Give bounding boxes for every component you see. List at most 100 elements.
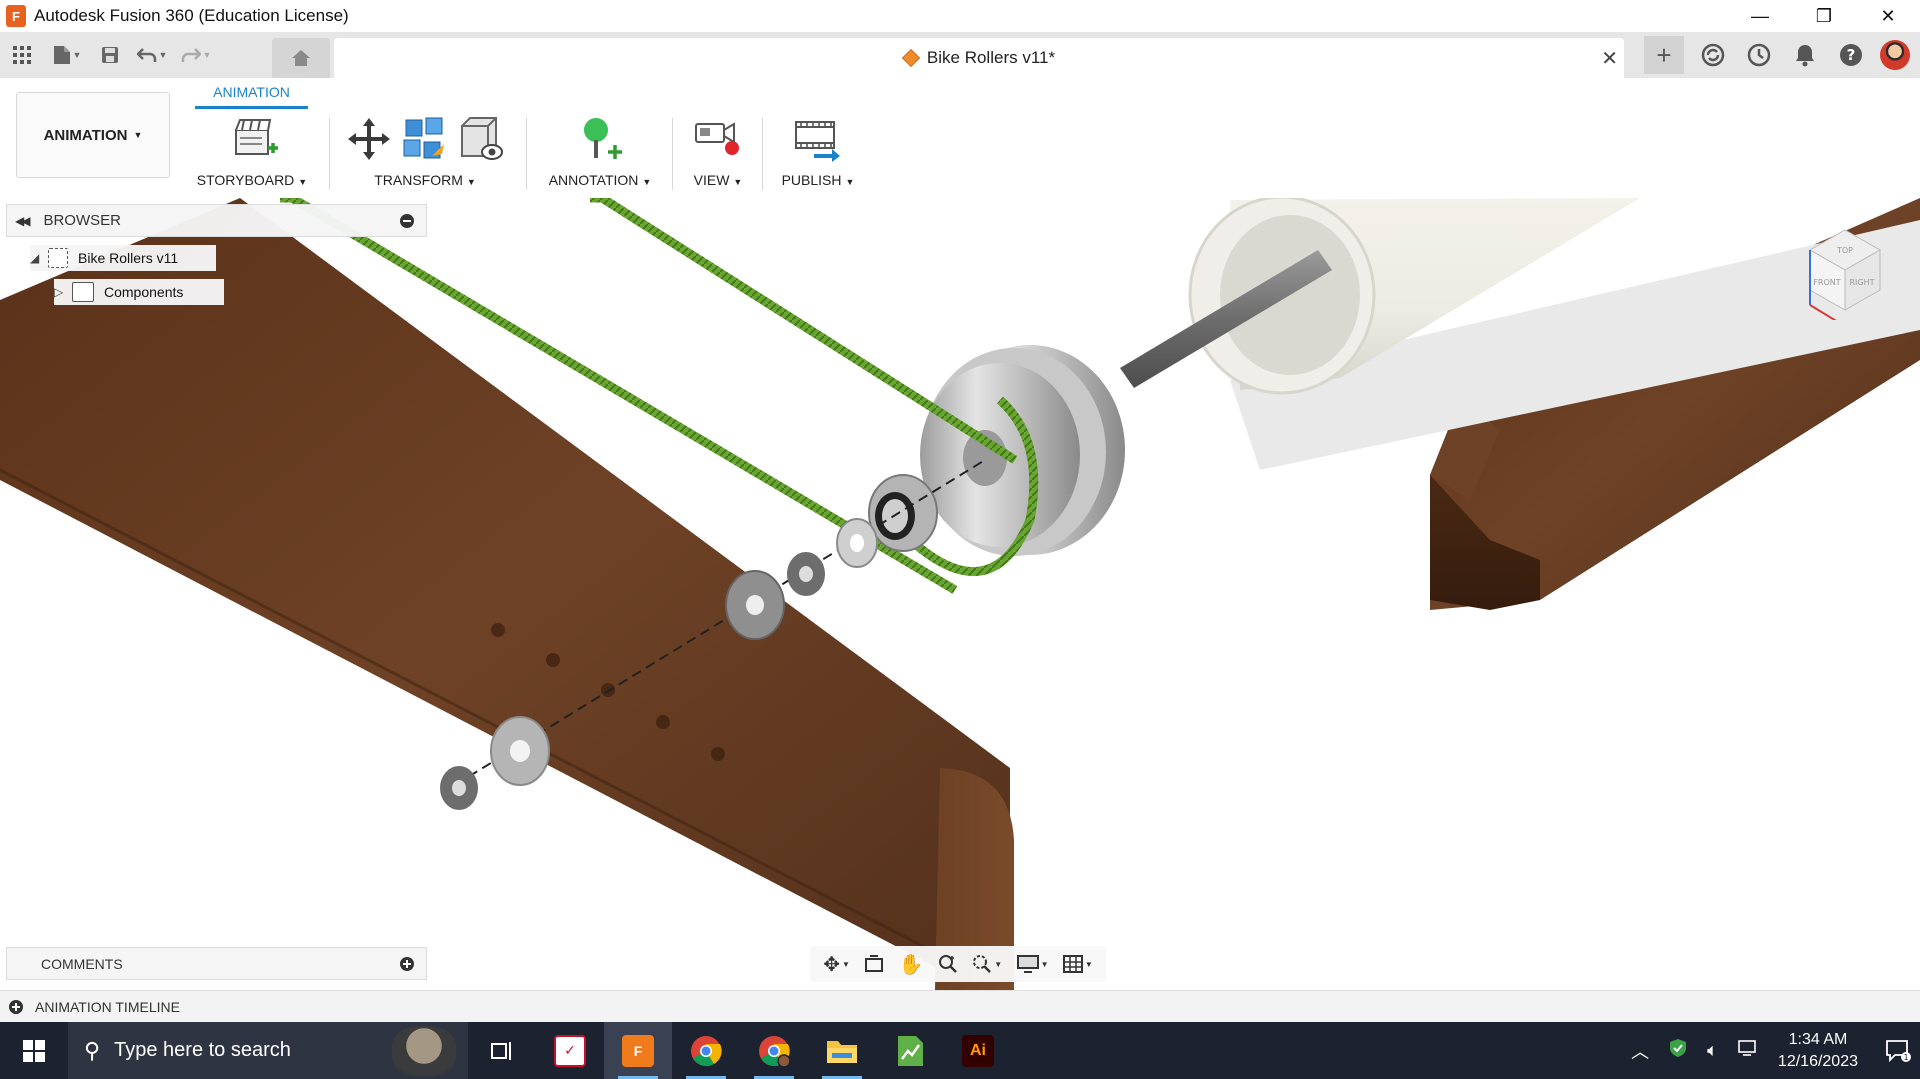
orbit-icon[interactable]: ✥ ▼ (823, 952, 850, 977)
user-avatar[interactable] (1880, 40, 1910, 70)
move-arrows-icon (348, 118, 390, 160)
pan-hand-icon[interactable]: ✋ (899, 952, 924, 977)
zoom-icon[interactable] (938, 954, 958, 974)
components-node-label: Components (104, 284, 184, 300)
annotation-pin-icon (584, 118, 622, 159)
root-node-label: Bike Rollers v11 (78, 250, 179, 266)
svg-text:?: ? (1847, 46, 1856, 64)
look-at-icon[interactable] (864, 955, 884, 973)
publish-group[interactable]: PUBLISH ▼ (770, 116, 866, 196)
illustrator-icon: Ai (962, 1034, 994, 1067)
minimize-browser-icon[interactable] (400, 214, 414, 228)
search-icon: ⚲ (84, 1037, 101, 1063)
tree-expanded-icon[interactable]: ◢ (30, 251, 48, 265)
browser-panel-header[interactable]: ◀◀ BROWSER (6, 204, 427, 237)
publish-video-icon (795, 121, 840, 162)
document-tab-label: Bike Rollers v11* (926, 48, 1056, 67)
design-cube-icon (901, 48, 920, 68)
minimize-button[interactable]: — (1728, 0, 1792, 32)
start-button[interactable] (0, 1022, 68, 1079)
windows-taskbar: ⚲ Type here to search ✓ F Ai ︿ 🔈︎ 1:34 A… (0, 1022, 1920, 1079)
notification-count: 1 (1903, 1053, 1908, 1062)
help-icon[interactable]: ? (1834, 38, 1868, 72)
expand-timeline-icon[interactable] (9, 999, 23, 1014)
notification-center-button[interactable]: 1 (1876, 1022, 1920, 1079)
network-icon[interactable] (1738, 1039, 1760, 1062)
file-menu-icon[interactable]: ▼ (44, 39, 90, 71)
system-clock[interactable]: 1:34 AM 12/16/2023 (1778, 1029, 1858, 1073)
search-placeholder: Type here to search (114, 1039, 291, 1061)
transform-group[interactable]: TRANSFORM ▼ (340, 116, 510, 196)
collapse-panel-icon[interactable]: ◀◀ (15, 214, 31, 228)
fusion-app-icon: F (6, 5, 26, 27)
browser-components-node[interactable]: ▷ Components (54, 279, 224, 305)
fit-window-icon[interactable]: ▼ (972, 954, 1002, 974)
record-view-icon (695, 122, 739, 155)
publish-label: PUBLISH (781, 172, 842, 188)
viewcube-right-label: RIGHT (1849, 278, 1874, 287)
add-comment-icon[interactable] (400, 957, 414, 971)
taskbar-chrome-profile[interactable] (740, 1022, 808, 1079)
job-status-icon[interactable] (1742, 38, 1776, 72)
transform-label: TRANSFORM (374, 172, 463, 188)
close-window-button[interactable]: ✕ (1856, 0, 1920, 32)
workspace-switcher[interactable]: ANIMATION ▼ (16, 92, 170, 178)
notification-icon: 1 (1886, 1039, 1911, 1062)
display-settings-icon[interactable]: ▼ (1016, 955, 1049, 973)
restore-button[interactable]: ❐ (1792, 0, 1856, 32)
folder-icon (827, 1040, 857, 1063)
security-shield-icon[interactable] (1669, 1038, 1687, 1063)
taskbar-illustrator[interactable]: Ai (944, 1022, 1012, 1079)
show-hide-icon (461, 117, 503, 160)
annotation-group[interactable]: ANNOTATION ▼ (540, 116, 660, 196)
chevron-up-icon[interactable]: ︿ (1631, 1038, 1649, 1064)
tree-collapsed-icon[interactable]: ▷ (54, 285, 72, 299)
taskbar-search-box[interactable]: ⚲ Type here to search (68, 1022, 468, 1079)
task-view-icon (491, 1041, 511, 1060)
redo-icon[interactable]: ▼ (174, 39, 218, 71)
storyboard-group[interactable]: STORYBOARD ▼ (192, 116, 312, 196)
window-title: Autodesk Fusion 360 (Education License) (34, 6, 349, 25)
chevron-down-icon: ▼ (133, 130, 143, 140)
task-view-button[interactable] (468, 1022, 536, 1079)
active-tab-indicator (195, 106, 308, 109)
assembly-icon (48, 248, 68, 268)
new-tab-button[interactable]: + (1644, 36, 1684, 74)
folder-icon (72, 282, 94, 302)
annotation-label: ANNOTATION (548, 172, 639, 188)
animation-timeline-bar[interactable]: ANIMATION TIMELINE (0, 990, 1920, 1022)
taskbar-sheets[interactable] (876, 1022, 944, 1079)
document-tab[interactable]: Bike Rollers v11* ✕ (334, 38, 1624, 78)
comments-panel-header[interactable]: COMMENTS (6, 947, 427, 980)
vectorworks-icon: ✓ (554, 1034, 586, 1067)
explode-components-icon (403, 117, 444, 159)
taskbar-chrome[interactable] (672, 1022, 740, 1079)
notifications-bell-icon[interactable] (1788, 38, 1822, 72)
taskbar-file-explorer[interactable] (808, 1022, 876, 1079)
home-tab[interactable] (272, 38, 330, 78)
tab-animation[interactable]: ANIMATION (195, 84, 308, 108)
animation-timeline-title: ANIMATION TIMELINE (35, 998, 180, 1015)
taskbar-vectorworks[interactable]: ✓ (536, 1022, 604, 1079)
storyboard-icon (235, 119, 278, 155)
save-icon[interactable] (90, 39, 130, 71)
view-group[interactable]: VIEW ▼ (680, 116, 756, 196)
graphics-viewport[interactable]: TOP FRONT RIGHT (0, 198, 1920, 990)
taskbar-fusion360[interactable]: F (604, 1022, 672, 1079)
clock-date: 12/16/2023 (1777, 1052, 1858, 1070)
clock-time: 1:34 AM (1788, 1030, 1848, 1048)
storyboard-label: STORYBOARD (196, 172, 295, 188)
close-tab-icon[interactable]: ✕ (1601, 46, 1618, 71)
spreadsheet-icon (898, 1035, 923, 1066)
data-panel-grid-icon[interactable] (0, 39, 44, 71)
viewcube-front-label: FRONT (1813, 278, 1840, 287)
extensions-icon[interactable] (1696, 38, 1730, 72)
ribbon-toolbar: ANIMATION ▼ ANIMATION STORYBOARD ▼ TRANS… (0, 78, 1920, 198)
browser-root-node[interactable]: ◢ Bike Rollers v11 (30, 245, 216, 271)
view-label: VIEW (693, 172, 730, 188)
volume-icon[interactable]: 🔈︎ (1707, 1040, 1718, 1061)
grid-settings-icon[interactable]: ▼ (1062, 955, 1093, 973)
chrome-icon (691, 1035, 722, 1066)
undo-icon[interactable]: ▼ (130, 39, 174, 71)
viewcube[interactable]: TOP FRONT RIGHT (1790, 220, 1890, 320)
